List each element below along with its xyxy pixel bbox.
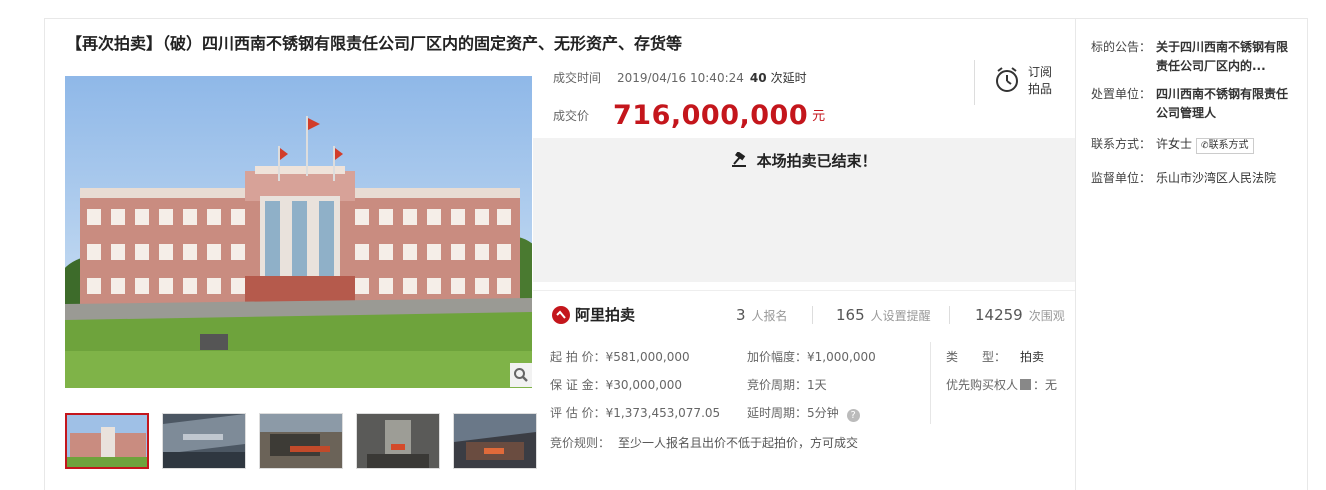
reminder-count: 165 bbox=[836, 306, 865, 324]
cycle-row: 竞价周期：1天 bbox=[747, 376, 827, 393]
view-stat: 14259 次围观 bbox=[975, 306, 1065, 324]
court-label: 监督单位： bbox=[1091, 171, 1152, 185]
platform-logo: 阿里拍卖 bbox=[552, 304, 635, 325]
phone-icon: ✆ bbox=[1201, 141, 1209, 151]
thumbnail-3[interactable] bbox=[259, 413, 343, 469]
start-price-row: 起 拍 价：¥581,000,000 bbox=[550, 348, 690, 365]
type-value: 拍卖 bbox=[1020, 350, 1045, 364]
auction-ended-message: 本场拍卖已结束！ bbox=[756, 152, 877, 170]
platform-name: 阿里拍卖 bbox=[575, 306, 636, 324]
delay-label: 次延时 bbox=[770, 71, 807, 85]
deal-time-label: 成交时间 bbox=[553, 71, 602, 85]
contact-wrap: 许女士 ✆联系方式 bbox=[1156, 135, 1296, 154]
divider bbox=[949, 306, 950, 324]
type-row: 类 型： 拍卖 bbox=[946, 348, 1044, 365]
deal-price-label: 成交价 bbox=[553, 109, 590, 123]
deposit-label: 保 证 金： bbox=[550, 378, 606, 392]
notice-link[interactable]: 关于四川西南不锈钢有限责任公司厂区内的... bbox=[1156, 38, 1296, 76]
contact-name: 许女士 bbox=[1156, 137, 1193, 151]
contact-label: 联系方式： bbox=[1091, 137, 1152, 151]
help-icon[interactable]: ? bbox=[846, 409, 860, 422]
appraisal-value: ¥1,373,453,077.05 bbox=[605, 406, 721, 420]
subscribe-label-1: 订阅 bbox=[1028, 65, 1053, 79]
court-row: 监督单位： 乐山市沙湾区人民法院 bbox=[1091, 169, 1311, 189]
main-photo[interactable] bbox=[65, 76, 532, 388]
contact-button-label: 联系方式 bbox=[1208, 140, 1249, 151]
signup-count: 3 bbox=[736, 306, 746, 324]
deal-time-row: 成交时间 2019/04/16 10:40:24 40 次延时 bbox=[553, 69, 807, 86]
page-title: 【再次拍卖】（破）四川西南不锈钢有限责任公司厂区内的固定资产、无形资产、存货等 bbox=[66, 34, 683, 53]
handler-label: 处置单位： bbox=[1091, 87, 1152, 101]
platform-logo-icon bbox=[552, 305, 570, 324]
delay-period-value: 5分钟 bbox=[807, 406, 839, 420]
delay-period-label: 延时周期： bbox=[747, 406, 808, 420]
delay-period-row: 延时周期：5分钟? bbox=[747, 404, 860, 422]
priority-row: 优先购买权人 ：无 bbox=[946, 376, 1057, 393]
zoom-icon[interactable] bbox=[510, 363, 532, 387]
deal-price-row: 成交价 716,000,000 元 bbox=[553, 100, 825, 131]
increment-value: ¥1,000,000 bbox=[807, 350, 876, 364]
cycle-value: 1天 bbox=[807, 378, 827, 392]
cycle-label: 竞价周期： bbox=[747, 378, 808, 392]
rule-row: 竞价规则： 至少一人报名且出价不低于起拍价，方可成交 bbox=[550, 434, 858, 451]
signup-stat: 3 人报名 bbox=[736, 306, 788, 324]
deal-time-value: 2019/04/16 10:40:24 bbox=[617, 71, 744, 85]
divider bbox=[930, 342, 931, 424]
view-label: 次围观 bbox=[1028, 309, 1065, 323]
reminder-stat: 165 人设置提醒 bbox=[836, 306, 931, 324]
deal-price-unit: 元 bbox=[812, 109, 826, 124]
view-count: 14259 bbox=[975, 306, 1023, 324]
subscribe-button[interactable]: 订阅 拍品 bbox=[994, 64, 1052, 98]
thumbnail-5[interactable] bbox=[453, 413, 537, 469]
gavel-icon bbox=[731, 150, 756, 170]
contact-button[interactable]: ✆联系方式 bbox=[1196, 138, 1254, 154]
rule-label: 竞价规则： bbox=[550, 436, 611, 450]
delay-count: 40 bbox=[749, 71, 767, 85]
start-price-label: 起 拍 价： bbox=[550, 350, 606, 364]
rule-value: 至少一人报名且出价不低于起拍价，方可成交 bbox=[618, 436, 859, 450]
alarm-clock-icon bbox=[994, 66, 1020, 97]
priority-label: 优先购买权人 bbox=[946, 378, 1019, 392]
appraisal-label: 评 估 价： bbox=[550, 406, 606, 420]
increment-label: 加价幅度： bbox=[747, 350, 808, 364]
divider bbox=[533, 290, 1075, 291]
contact-row: 联系方式： 许女士 ✆联系方式 bbox=[1091, 135, 1301, 155]
subscribe-label-2: 拍品 bbox=[1028, 82, 1053, 96]
start-price-value: ¥581,000,000 bbox=[605, 350, 690, 364]
priority-value: ：无 bbox=[1033, 378, 1058, 392]
court-value: 乐山市沙湾区人民法院 bbox=[1156, 171, 1277, 185]
thumbnail-4[interactable] bbox=[356, 413, 440, 469]
type-label: 类 型： bbox=[946, 350, 1007, 364]
thumbnail-2[interactable] bbox=[162, 413, 246, 469]
divider bbox=[812, 306, 813, 324]
deal-price-value: 716,000,000 bbox=[613, 100, 809, 131]
notice-label: 标的公告： bbox=[1091, 40, 1152, 54]
appraisal-row: 评 估 价：¥1,373,453,077.05 bbox=[550, 404, 720, 421]
increment-row: 加价幅度：¥1,000,000 bbox=[747, 348, 876, 365]
deposit-value: ¥30,000,000 bbox=[605, 378, 682, 392]
reminder-label: 人设置提醒 bbox=[870, 309, 931, 323]
handler-value: 四川西南不锈钢有限责任公司管理人 bbox=[1156, 87, 1289, 120]
thumbnail-1[interactable] bbox=[65, 413, 149, 469]
deposit-row: 保 证 金：¥30,000,000 bbox=[550, 376, 682, 393]
divider bbox=[974, 60, 975, 105]
info-icon[interactable] bbox=[1020, 379, 1032, 390]
sidebar-divider bbox=[1075, 18, 1076, 490]
auction-status-panel: 本场拍卖已结束！ bbox=[533, 138, 1075, 282]
signup-label: 人报名 bbox=[751, 309, 788, 323]
